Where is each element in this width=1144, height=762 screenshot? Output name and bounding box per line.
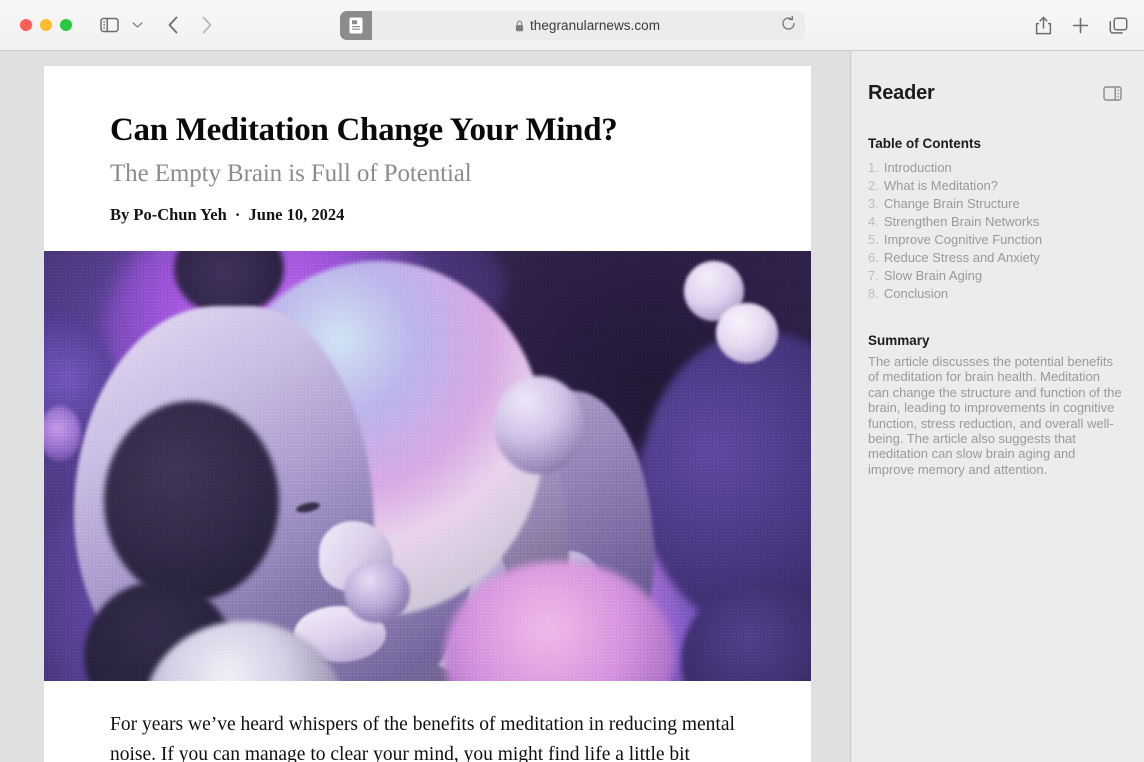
reader-mode-button[interactable]: [340, 11, 372, 40]
toc-item-label: What is Meditation?: [883, 178, 999, 194]
url-text: thegranularnews.com: [529, 18, 661, 33]
sidebar-toggle-icon[interactable]: [100, 17, 119, 33]
toc-item-label: Slow Brain Aging: [883, 268, 983, 284]
close-window-button[interactable]: [20, 19, 32, 31]
reload-icon[interactable]: [781, 15, 796, 36]
toc-item-label: Change Brain Structure: [883, 196, 1020, 212]
toc-item-label: Reduce Stress and Anxiety: [883, 250, 1040, 266]
toc-item-6[interactable]: 6. Reduce Stress and Anxiety: [868, 249, 1128, 267]
reader-sidebar-header: Reader: [852, 51, 1144, 105]
toc-item-2[interactable]: 2. What is Meditation?: [868, 177, 1128, 195]
tab-overview-icon[interactable]: [1109, 17, 1128, 35]
toc-item-1[interactable]: 1. Introduction: [868, 159, 1128, 177]
reader-sidebar: Reader Table of Contents 1. Introduction…: [852, 51, 1144, 762]
byline-author: By Po-Chun Yeh: [110, 204, 227, 224]
summary-heading: Summary: [868, 332, 930, 348]
new-tab-icon[interactable]: [1072, 17, 1089, 34]
article-hero-image: [44, 250, 811, 681]
lock-icon: [515, 20, 524, 31]
summary-text: The article discusses the potential bene…: [868, 353, 1122, 477]
toc-heading: Table of Contents: [868, 136, 981, 151]
byline-date: June 10, 2024: [248, 204, 345, 224]
toc-item-4[interactable]: 4. Strengthen Brain Networks: [868, 213, 1128, 231]
toc-item-number: 3.: [868, 196, 879, 212]
toc-item-number: 2.: [868, 178, 879, 194]
article-body-paragraph: For years we’ve heard whispers of the be…: [110, 713, 735, 762]
toc-item-number: 7.: [868, 268, 879, 284]
toc-item-label: Strengthen Brain Networks: [883, 214, 1040, 230]
reader-sidebar-title: Reader: [868, 82, 935, 104]
article-header: Can Meditation Change Your Mind? The Emp…: [44, 66, 811, 251]
toc-item-label: Conclusion: [883, 286, 949, 302]
toc-item-label: Introduction: [883, 160, 952, 176]
toc-item-number: 6.: [868, 250, 879, 266]
back-icon[interactable]: [167, 16, 179, 34]
reader-mode-icon: [349, 17, 363, 34]
chevron-down-icon[interactable]: [129, 21, 145, 29]
hide-sidebar-icon[interactable]: [1103, 86, 1122, 101]
toc-item-number: 5.: [868, 232, 879, 248]
toolbar-right-actions: [1035, 0, 1128, 51]
article-title: Can Meditation Change Your Mind?: [110, 112, 618, 148]
reader-content-area: Can Meditation Change Your Mind? The Emp…: [0, 51, 851, 762]
byline-separator: ·: [234, 204, 241, 224]
toc-list: 1. Introduction 2. What is Meditation? 3…: [852, 159, 1144, 303]
minimize-window-button[interactable]: [40, 19, 52, 31]
forward-icon[interactable]: [201, 16, 213, 34]
toc-item-number: 1.: [868, 160, 879, 176]
browser-toolbar: thegranularnews.com: [0, 0, 1144, 51]
toc-item-7[interactable]: 7. Slow Brain Aging: [868, 267, 1128, 285]
toc-item-5[interactable]: 5. Improve Cognitive Function: [868, 231, 1128, 249]
safari-window: thegranularnews.com Can Meditation Chang…: [0, 0, 1144, 762]
article-subtitle: The Empty Brain is Full of Potential: [110, 159, 472, 187]
window-controls: [20, 19, 72, 31]
toc-item-label: Improve Cognitive Function: [883, 232, 1043, 248]
share-icon[interactable]: [1035, 16, 1052, 35]
article-byline: By Po-Chun Yeh · June 10, 2024: [110, 205, 747, 251]
maximize-window-button[interactable]: [60, 19, 72, 31]
toc-item-number: 4.: [868, 214, 879, 230]
url-field[interactable]: thegranularnews.com: [370, 11, 805, 40]
toc-item-8[interactable]: 8. Conclusion: [868, 285, 1128, 303]
article-card: Can Meditation Change Your Mind? The Emp…: [44, 66, 811, 762]
address-bar[interactable]: thegranularnews.com: [340, 11, 805, 40]
toc-item-3[interactable]: 3. Change Brain Structure: [868, 195, 1128, 213]
toc-item-number: 8.: [868, 286, 879, 302]
